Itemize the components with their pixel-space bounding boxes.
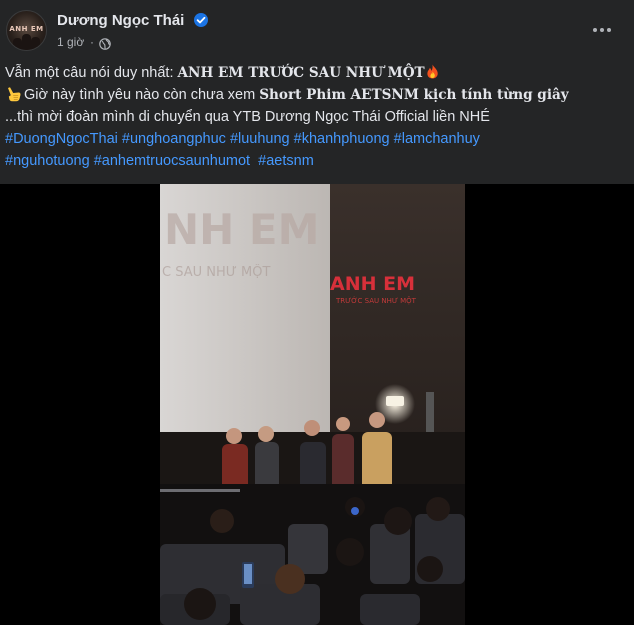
fire-emoji-icon	[427, 64, 438, 79]
hashtag-line-1: #DuongNgocThai #unghoangphuc #luuhung #k…	[5, 129, 625, 151]
hashtag-link[interactable]: #luuhung	[230, 131, 290, 147]
post-message: Vẫn một câu nói duy nhất: ANH EM TRƯỚC S…	[5, 63, 625, 173]
line1-prefix: Vẫn một câu nói duy nhất:	[5, 65, 178, 81]
video-frame-image: NH EM C SAU NHƯ MỘT ANH EM TRƯỚC SAU NHƯ…	[160, 184, 465, 625]
meta-separator: ·	[90, 35, 94, 49]
line1-bold-text: ANH EM TRƯỚC SAU NHƯ MỘT	[177, 65, 425, 81]
post-media: NH EM C SAU NHƯ MỘT ANH EM TRƯỚC SAU NHƯ…	[0, 184, 634, 625]
wall-logo-subtext: TRƯỚC SAU NHƯ MỘT	[335, 296, 417, 305]
backhand-pointing-up-emoji-icon	[8, 87, 21, 102]
hashtag-line-2: #nguhotuong #anhemtruocsaunhumot #aetsnm	[5, 151, 625, 173]
screen-subtitle-text: C SAU NHƯ MỘT	[162, 264, 270, 280]
line2-prefix: Giờ này tình yêu nào còn chưa xem	[24, 87, 260, 103]
hashtag-link[interactable]: #DuongNgocThai	[5, 131, 118, 147]
author-avatar[interactable]: ANH EM	[6, 10, 47, 51]
author-name[interactable]: Dương Ngọc Thái	[57, 12, 184, 29]
hashtag-link[interactable]: #khanhphuong	[294, 131, 390, 147]
globe-icon[interactable]	[99, 37, 111, 50]
wall-logo-text: ANH EM	[330, 273, 415, 295]
hashtag-link[interactable]: #unghoangphuc	[122, 131, 226, 147]
hashtag-link[interactable]: #anhemtruocsaunhumot	[94, 153, 250, 169]
avatar-logo-text: ANH EM	[9, 25, 44, 33]
video-player[interactable]: NH EM C SAU NHƯ MỘT ANH EM TRƯỚC SAU NHƯ…	[160, 184, 465, 625]
post-timestamp[interactable]: 1 giờ	[57, 35, 84, 49]
more-options-icon[interactable]	[586, 18, 618, 42]
hashtag-link[interactable]: #lamchanhuy	[394, 131, 480, 147]
post-header: ANH EM Dương Ngọc Thái 1 giờ ·	[0, 0, 634, 58]
line2-bold-text: Short Phim AETSNM kịch tính từng giây	[259, 87, 569, 103]
verified-badge-icon	[194, 13, 208, 27]
screen-title-text: NH EM	[164, 205, 319, 254]
hashtag-link[interactable]: #nguhotuong	[5, 153, 90, 169]
message-line-1: Vẫn một câu nói duy nhất: ANH EM TRƯỚC S…	[5, 63, 625, 85]
message-line-2: Giờ này tình yêu nào còn chưa xem Short …	[5, 85, 625, 107]
hashtag-link[interactable]: #aetsnm	[254, 153, 314, 169]
message-line-3: ...thì mời đoàn mình di chuyển qua YTB D…	[5, 109, 490, 125]
